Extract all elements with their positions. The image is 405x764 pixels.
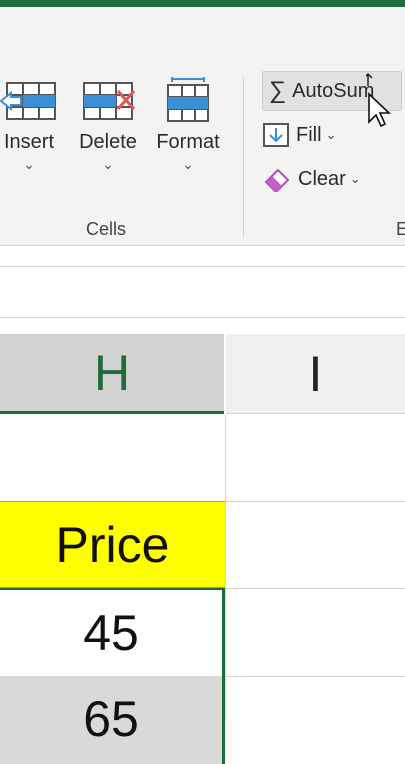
chevron-down-icon: ⌄ [349,171,361,186]
cells-group-label: Cells [86,219,127,239]
ribbon: Insert ⌄ Delete ⌄ Format ⌄ Cells ∑ AutoS… [0,7,405,246]
formula-bar[interactable] [0,266,405,318]
gridline [226,676,405,677]
chevron-down-icon: ⌄ [102,156,114,172]
eraser-icon [264,168,290,192]
gridline [226,501,405,502]
fill-button[interactable]: Fill ⌄ [262,115,336,155]
format-cells-icon [167,77,209,122]
gridline [226,588,405,589]
column-header-i[interactable]: I [226,334,405,414]
title-bar-accent [0,0,405,7]
chevron-down-icon: ⌄ [325,127,337,142]
insert-button[interactable]: Insert ⌄ [0,77,64,173]
mouse-pointer-icon [366,72,392,128]
format-label: Format [156,131,220,153]
fill-down-icon [263,123,289,147]
chevron-down-icon: ⌄ [23,156,35,172]
clear-label: Clear [298,167,346,190]
column-header-h[interactable]: H [0,334,224,414]
insert-cells-icon [0,82,56,120]
editing-group-label: E [396,219,405,239]
insert-label: Insert [3,131,55,153]
sigma-icon: ∑ [269,77,287,104]
autosum-label: AutoSum [292,79,375,102]
delete-button[interactable]: Delete ⌄ [73,77,143,173]
fill-label: Fill [296,123,322,146]
gridline [225,414,226,720]
cell-h-45[interactable]: 45 [0,588,225,676]
delete-label: Delete [79,131,137,153]
cell-h-price[interactable]: Price [0,501,225,588]
cell-h-65[interactable]: 65 [0,676,225,764]
cell-h-row1[interactable] [0,414,225,501]
clear-button[interactable]: Clear ⌄ [262,159,361,199]
delete-cells-icon [83,82,136,120]
format-button[interactable]: Format ⌄ [153,77,223,173]
group-separator [243,77,244,237]
chevron-down-icon: ⌄ [182,156,194,172]
